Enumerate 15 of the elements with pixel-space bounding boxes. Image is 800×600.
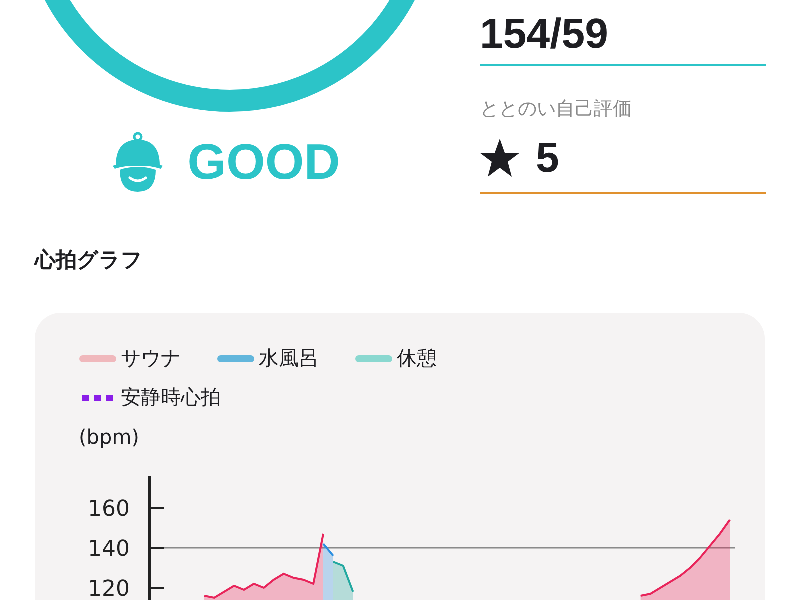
hat-icon (112, 132, 164, 192)
tick-label: 140 (88, 537, 130, 562)
legend-label: 安静時心拍 (121, 384, 221, 411)
tick-label: 120 (88, 577, 130, 600)
self-rating-label: ととのい自己評価 (480, 97, 633, 122)
legend-label: 休憩 (397, 345, 437, 372)
axis-label: (bpm) (79, 425, 140, 449)
self-rating-value: 5 (536, 134, 560, 182)
section-title: 心拍グラフ (35, 247, 144, 274)
blood-pressure-value: 154/59 (480, 10, 766, 66)
star-icon (480, 139, 520, 177)
legend-label: 水風呂 (259, 345, 319, 372)
tick-label: 160 (88, 497, 130, 522)
legend-label: サウナ (121, 345, 181, 372)
condition-status: GOOD (188, 133, 340, 191)
